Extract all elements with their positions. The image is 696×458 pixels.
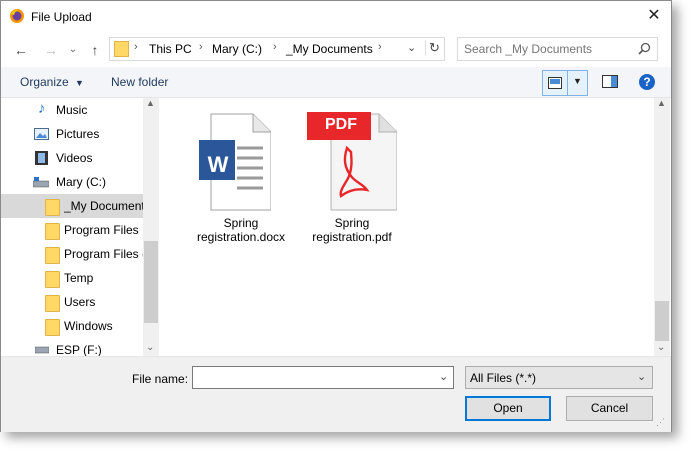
- open-button[interactable]: Open: [465, 396, 551, 421]
- folder-icon: [45, 223, 60, 240]
- drive-icon: [33, 177, 49, 188]
- forward-button[interactable]: →: [41, 40, 61, 60]
- breadcrumb-drive[interactable]: Mary (C:): [212, 42, 262, 56]
- arrow-right-icon: →: [44, 42, 58, 58]
- sidebar-item-label: Program Files: [64, 223, 139, 237]
- sidebar-item-label: Videos: [56, 151, 93, 165]
- resize-grip-icon[interactable]: ⋰: [656, 417, 665, 428]
- scroll-down-icon[interactable]: ⌄: [146, 342, 154, 353]
- folder-icon: [45, 247, 60, 264]
- sidebar-item-label: Windows: [64, 319, 113, 333]
- refresh-icon[interactable]: ↻: [425, 40, 440, 56]
- sidebar-item-drive-c[interactable]: Mary (C:): [1, 170, 143, 194]
- sidebar-item-label: Music: [56, 103, 88, 117]
- sidebar-item-program-files[interactable]: Program Files: [1, 218, 143, 242]
- new-folder-button[interactable]: New folder: [111, 75, 168, 89]
- file-item-docx[interactable]: W Spring registration.docx: [186, 108, 286, 244]
- file-list-area: W Spring registration.docx PDF Spring regi…: [159, 98, 654, 356]
- sidebar-item-videos[interactable]: Videos: [1, 146, 143, 170]
- navigation-pane: ♪ Music Pictures Videos Mary (C:) _My Do…: [1, 98, 159, 357]
- file-type-value: All Files (*.*): [470, 371, 537, 385]
- file-name-combobox[interactable]: ⌄: [192, 366, 454, 389]
- sidebar-scroll-thumb[interactable]: [144, 241, 158, 323]
- chevron-down-icon: ⌄: [637, 371, 647, 383]
- sidebar-item-label: Program Files (x86): [64, 247, 143, 261]
- breadcrumb-this-pc[interactable]: This PC: [149, 42, 192, 56]
- file-item-pdf[interactable]: PDF Spring registration.pdf: [299, 108, 399, 244]
- cancel-button[interactable]: Cancel: [566, 396, 653, 421]
- file-list-scroll-thumb[interactable]: [655, 301, 669, 341]
- recent-locations-button[interactable]: ⌄: [63, 40, 83, 60]
- search-icon[interactable]: [638, 42, 651, 55]
- file-name: Spring registration.pdf: [312, 216, 392, 244]
- sidebar-item-windows[interactable]: Windows: [1, 314, 143, 338]
- title-bar[interactable]: File Upload ✕: [1, 1, 671, 32]
- sidebar-item-temp[interactable]: Temp: [1, 266, 143, 290]
- sidebar-item-users[interactable]: Users: [1, 290, 143, 314]
- sidebar-item-label: Temp: [64, 271, 94, 285]
- scroll-down-icon[interactable]: ⌄: [657, 342, 665, 353]
- music-note-icon: ♪: [38, 100, 46, 117]
- view-options-button[interactable]: ▼: [542, 70, 588, 96]
- folder-icon: [114, 41, 129, 57]
- close-icon: ✕: [647, 7, 661, 24]
- sidebar-item-label: _My Documents: [64, 199, 143, 213]
- file-name: Spring registration.docx: [196, 216, 286, 244]
- search-input[interactable]: [464, 41, 629, 57]
- organize-label: Organize: [20, 75, 69, 89]
- organize-menu[interactable]: Organize ▼: [20, 75, 84, 89]
- file-name-panel: File name: ⌄ All Files (*.*) ⌄ Open Canc…: [1, 356, 671, 432]
- close-button[interactable]: ✕: [641, 5, 667, 27]
- sidebar-item-drive-f[interactable]: ESP (F:): [1, 338, 143, 357]
- file-name-input[interactable]: [196, 369, 426, 385]
- arrow-left-icon: ←: [14, 42, 28, 58]
- chevron-right-icon: ›: [134, 41, 138, 53]
- command-toolbar: Organize ▼ New folder ▼ ?: [1, 67, 671, 98]
- search-box[interactable]: [457, 37, 658, 61]
- sidebar-item-my-documents[interactable]: _My Documents: [1, 194, 143, 218]
- chevron-right-icon: ›: [378, 41, 382, 53]
- file-type-filter[interactable]: All Files (*.*) ⌄: [465, 366, 653, 389]
- preview-pane-icon[interactable]: [602, 75, 618, 88]
- sidebar-item-program-files-x86[interactable]: Program Files (x86): [1, 242, 143, 266]
- sidebar-item-label: Users: [64, 295, 96, 309]
- folder-icon: [45, 319, 60, 336]
- scroll-up-icon[interactable]: ▲: [146, 98, 155, 108]
- film-icon: [35, 151, 48, 165]
- sidebar-item-label: Mary (C:): [56, 175, 106, 189]
- breadcrumb-my-documents[interactable]: _My Documents: [286, 42, 373, 56]
- address-dropdown-icon[interactable]: ⌄: [407, 41, 416, 54]
- view-icon: [548, 77, 562, 89]
- sidebar-item-pictures[interactable]: Pictures: [1, 122, 143, 146]
- sidebar-item-label: Pictures: [56, 127, 100, 141]
- firefox-icon: [10, 9, 24, 23]
- pdf-badge: PDF: [325, 116, 357, 133]
- chevron-right-icon: ›: [273, 41, 277, 53]
- pictures-icon: [34, 128, 49, 140]
- folder-icon: [45, 271, 60, 288]
- word-badge: W: [207, 152, 229, 177]
- up-button[interactable]: ↑: [85, 40, 105, 60]
- navigation-bar: ← → ⌄ ↑ › This PC › Mary (C:) › _My Docu…: [1, 34, 671, 66]
- file-name-label: File name:: [132, 372, 189, 386]
- file-upload-dialog: File Upload ✕ ← → ⌄ ↑ › This PC › Mary (…: [0, 0, 672, 432]
- sidebar-item-label: ESP (F:): [56, 343, 102, 357]
- folder-icon: [45, 295, 60, 312]
- window-title: File Upload: [31, 10, 92, 24]
- address-bar[interactable]: › This PC › Mary (C:) › _My Documents › …: [109, 37, 445, 61]
- help-icon[interactable]: ?: [639, 74, 655, 90]
- scroll-up-icon[interactable]: ▲: [657, 98, 666, 108]
- caret-down-icon: ▼: [573, 76, 582, 86]
- folder-icon: [45, 199, 60, 216]
- arrow-up-icon: ↑: [91, 42, 99, 58]
- chevron-down-icon: ⌄: [68, 44, 78, 55]
- caret-down-icon: ▼: [75, 78, 84, 88]
- back-button[interactable]: ←: [11, 40, 31, 60]
- chevron-down-icon[interactable]: ⌄: [439, 370, 448, 383]
- sidebar-item-music[interactable]: ♪ Music: [1, 98, 143, 122]
- drive-icon: [35, 346, 49, 354]
- chevron-right-icon: ›: [199, 41, 203, 53]
